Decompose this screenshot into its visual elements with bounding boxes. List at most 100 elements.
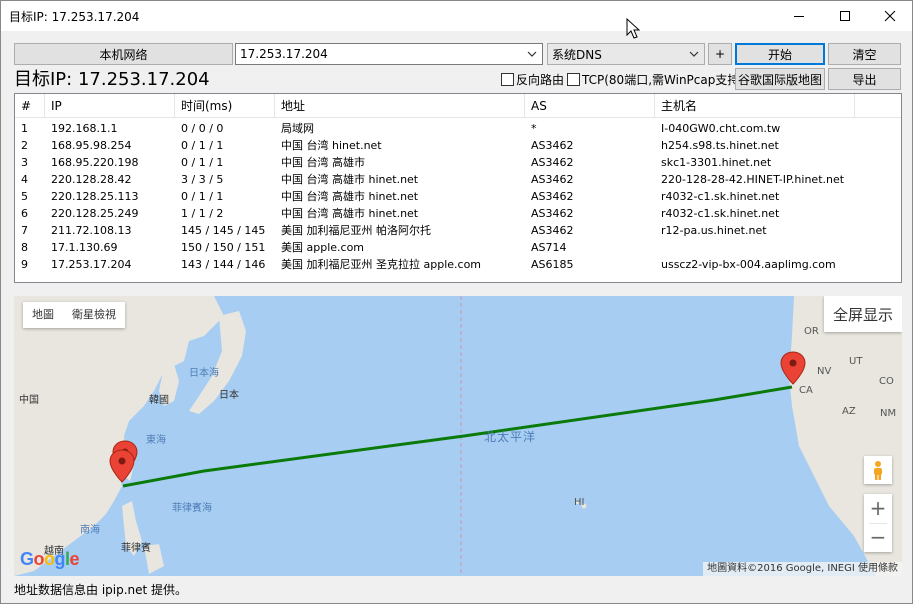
cell-ip: 211.72.108.13 — [51, 224, 132, 237]
column-header-hostname[interactable]: 主机名 — [655, 94, 855, 118]
reverse-route-label: 反向路由 — [516, 73, 565, 87]
table-row[interactable]: 1 192.168.1.1 0 / 0 / 0 局域网 * I-040GW0.cht.co… — [15, 120, 901, 137]
window-title: 目标IP: 17.253.17.204 — [9, 10, 140, 24]
table-row[interactable]: 5 220.128.25.113 0 / 1 / 1 中国 台湾 高雄市 hinet.… — [15, 188, 901, 205]
target-input[interactable]: 17.253.17.204 — [235, 43, 543, 65]
table-row[interactable]: 2 168.95.98.254 0 / 1 / 1 中国 台湾 hinet.net AS… — [15, 137, 901, 154]
pegman-icon — [874, 461, 882, 480]
zoom-out-button[interactable]: − — [864, 523, 892, 552]
cell-address: 中国 台湾 hinet.net — [281, 139, 382, 152]
map-label-china: 中国 — [19, 395, 39, 406]
cell-hostname: I-040GW0.cht.com.tw — [661, 122, 781, 135]
chevron-down-icon — [527, 51, 537, 57]
divider — [869, 523, 887, 524]
column-header-time[interactable]: 时间(ms) — [175, 94, 275, 118]
cell-num: 8 — [21, 241, 28, 254]
table-header: # IP 时间(ms) 地址 AS 主机名 — [15, 94, 901, 118]
map-label-japan: 日本 — [219, 390, 239, 401]
cell-as: AS3462 — [531, 139, 574, 152]
minimize-button[interactable] — [776, 1, 822, 31]
cell-num: 9 — [21, 258, 28, 271]
map-label-pacific: 北太平洋 — [484, 430, 537, 444]
clear-button[interactable]: 清空 — [828, 43, 901, 65]
app-window: 目标IP: 17.253.17.204 本机网络 17.253.17.204 系… — [0, 0, 913, 604]
cell-ip: 17.1.130.69 — [51, 241, 118, 254]
fullscreen-button[interactable]: 全屏显示 — [824, 296, 902, 332]
map-label-az: AZ — [842, 406, 856, 417]
cell-num: 2 — [21, 139, 28, 152]
table-row[interactable]: 7 211.72.108.13 145 / 145 / 145 美国 加利福尼亚州 帕… — [15, 222, 901, 239]
map-tab[interactable]: 地圖 — [23, 302, 63, 328]
satellite-tab[interactable]: 衛星檢視 — [63, 302, 125, 328]
cell-address: 中国 台湾 高雄市 — [281, 156, 365, 169]
cell-hostname: h254.s98.ts.hinet.net — [661, 139, 779, 152]
cell-hostname: r12-pa.us.hinet.net — [661, 224, 767, 237]
dns-select[interactable]: 系统DNS — [547, 43, 705, 65]
cell-hostname — [655, 239, 895, 256]
cell-time: 0 / 1 / 1 — [181, 156, 224, 169]
tcp-label: TCP(80端口,需WinPcap支持) — [582, 73, 745, 87]
table-row[interactable]: 6 220.128.25.249 1 / 1 / 2 中国 台湾 高雄市 hinet.… — [15, 205, 901, 222]
cell-hostname: 220-128-28-42.HINET-IP.hinet.net — [661, 173, 845, 186]
map-label-ca: CA — [799, 385, 813, 396]
cell-time: 0 / 0 / 0 — [181, 122, 224, 135]
cell-time: 145 / 145 / 145 — [181, 224, 266, 237]
route-map[interactable]: 中国 日本海 日本 韓國 東海 北太平洋 菲律賓海 南海 越南 菲律賓 HI O… — [14, 296, 902, 576]
map-label-nv: NV — [817, 366, 832, 377]
reverse-route-checkbox[interactable]: 反向路由 — [501, 71, 564, 88]
cell-address: 中国 台湾 高雄市 hinet.net — [281, 207, 419, 220]
title-bar: 目标IP: 17.253.17.204 — [1, 1, 912, 31]
cell-as: AS3462 — [531, 207, 574, 220]
maximize-button[interactable] — [822, 1, 868, 31]
street-view-button[interactable] — [864, 456, 892, 484]
google-map-button[interactable]: 谷歌国际版地图 — [735, 68, 825, 90]
cell-ip: 220.128.25.113 — [51, 190, 139, 203]
cell-ip: 192.168.1.1 — [51, 122, 118, 135]
map-attribution[interactable]: 地圖資料©2016 Google, INEGI 使用條款 — [703, 562, 902, 576]
cell-address: 美国 apple.com — [281, 241, 365, 254]
minimize-icon — [794, 16, 804, 17]
maximize-icon — [840, 11, 850, 21]
checkbox-box[interactable] — [567, 73, 580, 86]
table-row[interactable]: 8 17.1.130.69 150 / 150 / 151 美国 apple.com A… — [15, 239, 901, 256]
map-label-japan-sea: 日本海 — [189, 368, 219, 379]
cell-ip: 17.253.17.204 — [51, 258, 132, 271]
map-label-south-sea: 南海 — [80, 525, 100, 536]
map-label-hi: HI — [574, 497, 585, 508]
status-text: 地址数据信息由 ipip.net 提供。 — [14, 583, 188, 597]
cell-as: AS3462 — [531, 224, 574, 237]
cell-num: 1 — [21, 122, 28, 135]
cell-num: 7 — [21, 224, 28, 237]
cell-hostname: usscz2-vip-bx-004.aaplimg.com — [661, 258, 836, 271]
table-row[interactable]: 3 168.95.220.198 0 / 1 / 1 中国 台湾 高雄市 AS3462 s… — [15, 154, 901, 171]
cell-as: AS3462 — [531, 190, 574, 203]
cell-time: 0 / 1 / 1 — [181, 139, 224, 152]
local-network-button[interactable]: 本机网络 — [14, 43, 233, 65]
start-button[interactable]: 开始 — [735, 43, 825, 65]
add-dns-button[interactable]: + — [708, 43, 732, 65]
cell-num: 3 — [21, 156, 28, 169]
map-label-philippine-sea: 菲律賓海 — [172, 503, 212, 514]
zoom-control: + − — [864, 494, 892, 552]
checkbox-box[interactable] — [501, 73, 514, 86]
zoom-in-button[interactable]: + — [864, 494, 892, 523]
mouse-cursor-icon — [626, 18, 640, 39]
cell-ip: 168.95.98.254 — [51, 139, 132, 152]
trace-table[interactable]: # IP 时间(ms) 地址 AS 主机名 1 192.168.1.1 0 / 0 … — [14, 93, 902, 283]
cell-ip: 220.128.25.249 — [51, 207, 139, 220]
column-header-num[interactable]: # — [15, 94, 45, 118]
column-header-as[interactable]: AS — [525, 94, 655, 118]
tcp-checkbox[interactable]: TCP(80端口,需WinPcap支持) — [567, 71, 744, 88]
map-label-philippines: 菲律賓 — [121, 543, 151, 554]
cell-address: 美国 加利福尼亚州 帕洛阿尔托 — [281, 224, 431, 237]
cell-address: 局域网 — [281, 122, 314, 135]
table-row[interactable]: 9 17.253.17.204 143 / 144 / 146 美国 加利福尼亚州 圣… — [15, 256, 901, 273]
export-button[interactable]: 导出 — [828, 68, 901, 90]
table-row[interactable]: 4 220.128.28.42 3 / 3 / 5 中国 台湾 高雄市 hinet.n… — [15, 171, 901, 188]
column-header-ip[interactable]: IP — [45, 94, 175, 118]
close-button[interactable] — [867, 1, 913, 31]
column-header-address[interactable]: 地址 — [275, 94, 525, 118]
cell-time: 143 / 144 / 146 — [181, 258, 266, 271]
map-label-nm: NM — [880, 408, 897, 419]
map-type-control: 地圖 衛星檢視 — [23, 302, 125, 328]
